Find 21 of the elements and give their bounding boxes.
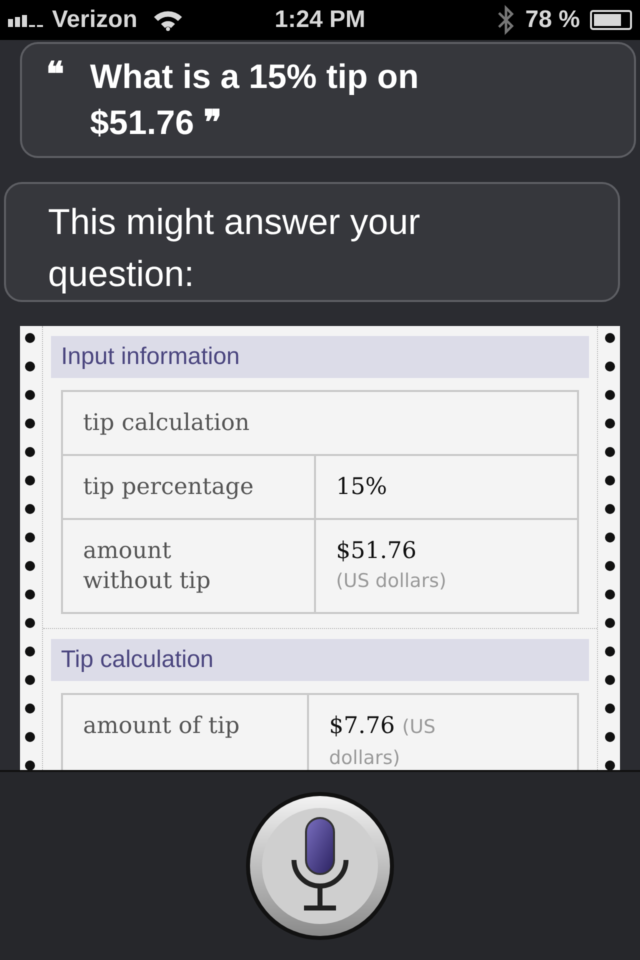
reply-text: This might answer your question: — [48, 200, 422, 296]
table-cell-text: tip percentage — [83, 473, 255, 502]
wifi-icon — [153, 9, 184, 31]
carrier-name: Verizon — [52, 5, 138, 35]
section-title: Input information — [51, 336, 589, 378]
bluetooth-icon — [497, 5, 516, 35]
battery-percent: 78 % — [525, 5, 580, 35]
table-cell-text: $7.76 (US dollars) — [328, 712, 437, 770]
cell-value: $51.76 — [336, 538, 416, 564]
open-quote-mark: ❝ — [46, 55, 65, 96]
microphone-button[interactable] — [244, 790, 396, 942]
status-time: 1:24 PM — [274, 5, 366, 35]
section-title: Tip calculation — [51, 639, 589, 681]
battery-icon — [590, 10, 632, 30]
unit-label: (US dollars) — [336, 569, 448, 594]
table-cell-text: amount of tip — [83, 712, 241, 741]
query-text: What is a 15% tip on $51.76 ❞ — [90, 57, 420, 144]
table-cell-text: amount without tip — [83, 537, 212, 596]
cell-value: 15% — [336, 474, 388, 500]
table-cell-text: tip calculation — [82, 409, 251, 438]
signal-icon — [8, 13, 46, 27]
